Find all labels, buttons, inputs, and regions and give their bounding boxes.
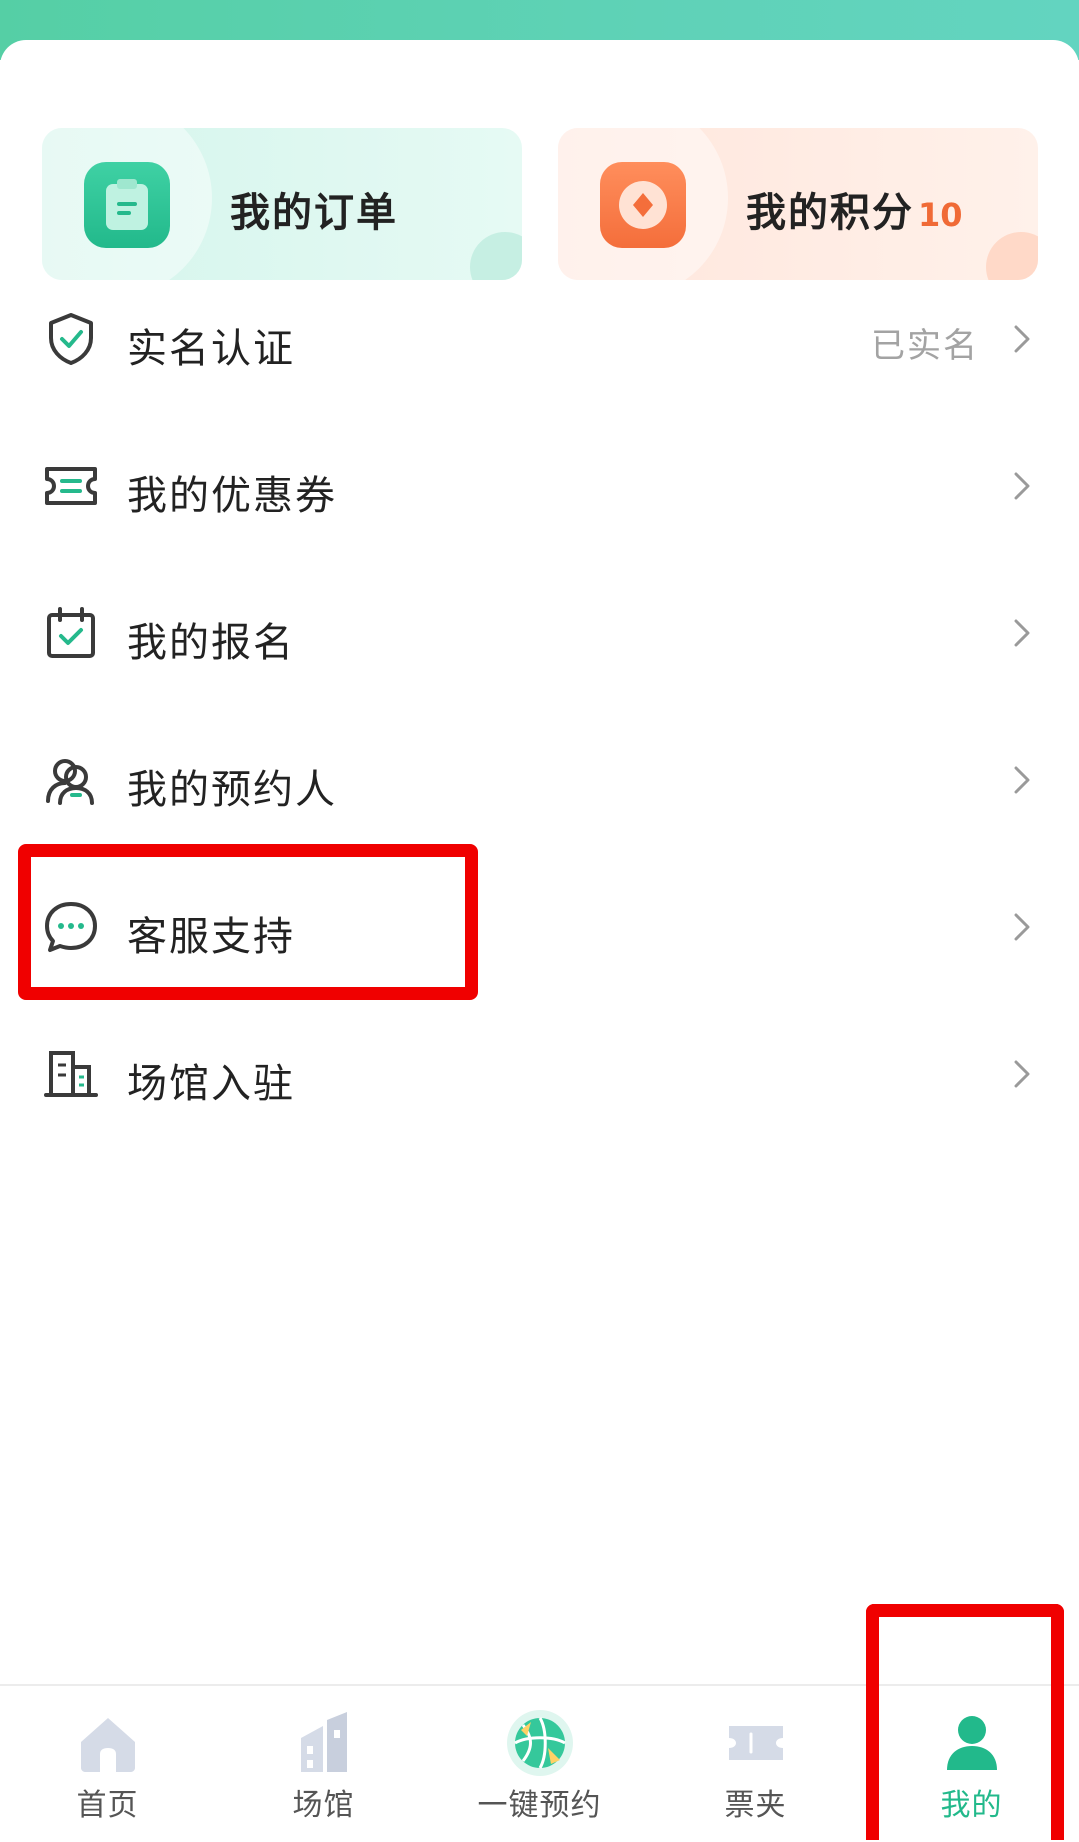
people-icon bbox=[46, 759, 94, 805]
home-icon bbox=[80, 1718, 135, 1772]
chevron-right-icon bbox=[1014, 766, 1030, 794]
tab-mine[interactable]: 我的 bbox=[864, 1686, 1079, 1842]
chevron-right-icon bbox=[1014, 1060, 1030, 1088]
card-decoration bbox=[470, 232, 522, 280]
basketball-icon bbox=[506, 1710, 573, 1776]
building-icon bbox=[44, 1051, 98, 1097]
menu-item-label: 客服支持 bbox=[127, 914, 295, 960]
calendar-check-icon bbox=[47, 607, 95, 658]
menu-item-label: 场馆入驻 bbox=[127, 1061, 295, 1107]
my-points-card[interactable]: 我的积分 10 bbox=[558, 128, 1038, 280]
points-count: 10 bbox=[918, 196, 963, 234]
chevron-right-icon bbox=[1014, 619, 1030, 647]
chevron-right-icon bbox=[1014, 913, 1030, 941]
coupon-icon bbox=[45, 467, 97, 505]
tab-label: 我的 bbox=[940, 1788, 1003, 1823]
tab-ticket-wallet[interactable]: 票夹 bbox=[648, 1686, 863, 1842]
venue-icon bbox=[300, 1712, 347, 1772]
tab-label: 首页 bbox=[76, 1788, 139, 1823]
shield-check-icon bbox=[49, 313, 93, 365]
chevron-right-icon bbox=[1014, 325, 1030, 353]
menu-item-my-contacts[interactable]: 我的预约人 bbox=[0, 721, 1079, 841]
menu-item-label: 我的优惠券 bbox=[127, 473, 337, 519]
profile-content-sheet: 我的订单 我的积分 10 实名认证 已实名 我的优惠券 我的报名 我的预约人 客… bbox=[0, 40, 1079, 1840]
card-decoration bbox=[986, 232, 1038, 280]
menu-item-venue-onboarding[interactable]: 场馆入驻 bbox=[0, 1015, 1079, 1135]
tab-label: 票夹 bbox=[724, 1788, 787, 1823]
tab-label: 场馆 bbox=[292, 1788, 355, 1823]
my-orders-label: 我的订单 bbox=[230, 190, 398, 236]
ticket-icon bbox=[728, 1726, 783, 1760]
coin-icon bbox=[600, 162, 686, 248]
user-icon bbox=[946, 1716, 997, 1770]
clipboard-icon bbox=[84, 162, 170, 248]
my-orders-card[interactable]: 我的订单 bbox=[42, 128, 522, 280]
my-points-text: 我的积分 bbox=[746, 190, 914, 236]
verification-status: 已实名 bbox=[871, 326, 979, 366]
menu-item-label: 实名认证 bbox=[127, 326, 295, 372]
chat-bubble-icon bbox=[45, 902, 97, 952]
my-points-label: 我的积分 10 bbox=[746, 180, 963, 238]
tab-home[interactable]: 首页 bbox=[0, 1686, 215, 1842]
menu-item-real-name-verification[interactable]: 实名认证 已实名 bbox=[0, 280, 1079, 400]
chevron-right-icon bbox=[1014, 472, 1030, 500]
bottom-tab-bar: 首页 场馆 一键预约 票夹 我的 bbox=[0, 1684, 1079, 1842]
tab-label: 一键预约 bbox=[477, 1788, 602, 1823]
tab-quick-booking[interactable]: 一键预约 bbox=[432, 1686, 647, 1842]
menu-item-my-registrations[interactable]: 我的报名 bbox=[0, 574, 1079, 694]
tab-venues[interactable]: 场馆 bbox=[216, 1686, 431, 1842]
menu-item-customer-support[interactable]: 客服支持 bbox=[0, 868, 1079, 988]
menu-item-my-coupons[interactable]: 我的优惠券 bbox=[0, 427, 1079, 547]
menu-item-label: 我的报名 bbox=[127, 620, 295, 666]
menu-item-label: 我的预约人 bbox=[127, 767, 337, 813]
